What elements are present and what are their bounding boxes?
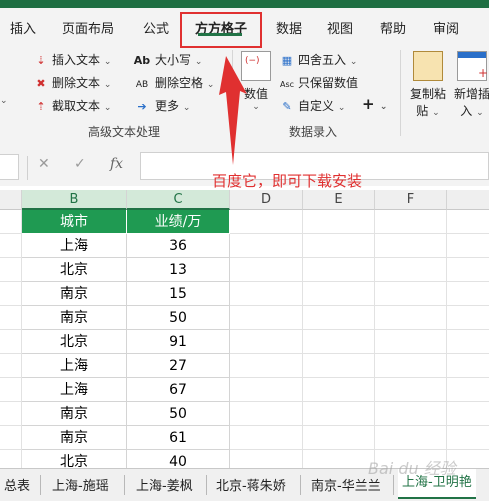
watermark: Bai du 经验 <box>368 459 456 478</box>
arrow-shape <box>219 56 247 165</box>
annotation-arrow <box>219 56 247 165</box>
annotation-text: 百度它，即可下载安装 <box>212 172 363 190</box>
